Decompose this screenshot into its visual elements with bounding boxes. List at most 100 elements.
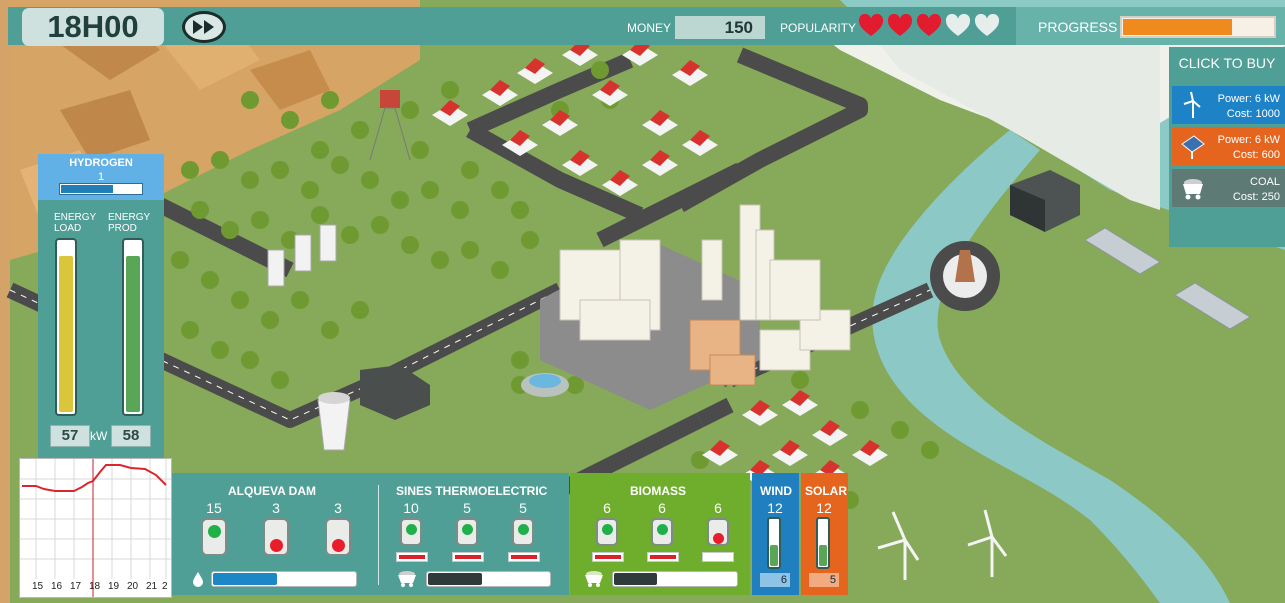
alqueva-unit-1-value: 15 xyxy=(206,500,222,516)
buy-solar-power: Power: 6 kW xyxy=(1217,134,1280,146)
energy-prod-value: 58 xyxy=(111,425,151,447)
sines-unit-2-switch[interactable] xyxy=(456,518,478,546)
graph-tick-label: 21 xyxy=(146,581,158,592)
solar-count: 5 xyxy=(809,573,839,587)
sines-unit-1-switch[interactable] xyxy=(400,518,422,546)
biomass-unit-2-load xyxy=(647,552,679,562)
hydrogen-title: HYDROGEN xyxy=(69,157,133,169)
hydrogen-value: 1 xyxy=(97,171,105,183)
buy-coal-label: COAL xyxy=(1250,176,1280,188)
money-label: MONEY xyxy=(627,21,672,35)
solar-panel-icon xyxy=(1181,135,1205,159)
sines-title: SINES THERMOELECTRIC xyxy=(396,484,548,498)
load-line xyxy=(511,555,537,559)
off-indicator xyxy=(270,539,283,552)
buy-wind-cost: Cost: 1000 xyxy=(1226,108,1280,120)
alqueva-unit-2-switch[interactable] xyxy=(263,518,289,556)
solar-gauge xyxy=(816,517,830,569)
energy-load-fill xyxy=(59,255,73,412)
alqueva-unit-3-value: 3 xyxy=(334,500,342,516)
progress-bar xyxy=(1120,16,1276,38)
heart-full-icon xyxy=(887,14,913,36)
on-indicator xyxy=(406,524,417,535)
biomass-unit-3-switch[interactable] xyxy=(707,518,729,546)
alqueva-water-bar xyxy=(211,571,357,587)
solar-title: SOLAR xyxy=(805,484,847,498)
energy-graph xyxy=(19,458,172,598)
biomass-unit-1-switch[interactable] xyxy=(596,518,618,546)
alqueva-unit-2-value: 3 xyxy=(272,500,280,516)
on-indicator xyxy=(657,524,668,535)
buy-panel-title: CLICK TO BUY xyxy=(1178,55,1276,71)
graph-tick-label: 17 xyxy=(70,581,82,592)
wind-gauge-fill xyxy=(770,545,778,566)
sines-unit-2-value: 5 xyxy=(463,500,471,516)
alqueva-unit-1-switch[interactable] xyxy=(201,518,227,556)
fast-forward-button[interactable] xyxy=(182,11,226,43)
sines-coal-bar xyxy=(426,571,551,587)
biomass-unit-1-load xyxy=(592,552,624,562)
load-line xyxy=(650,555,676,559)
buy-wind-power: Power: 6 kW xyxy=(1217,93,1280,105)
hydrogen-bar-fill xyxy=(61,185,113,193)
energy-load-value: 57 xyxy=(50,425,90,447)
popularity-hearts xyxy=(858,14,1000,38)
alqueva-water-fill xyxy=(213,573,277,585)
buy-coal-cost: Cost: 250 xyxy=(1232,191,1280,203)
wind-turbine-icon xyxy=(1183,91,1201,118)
biomass-unit-2-value: 6 xyxy=(658,500,666,516)
heart-empty-icon xyxy=(974,14,1000,36)
biomass-fuel-bar xyxy=(612,571,738,587)
graph-tick-label: 20 xyxy=(127,581,139,592)
heart-full-icon xyxy=(858,14,884,36)
coal-cart-icon xyxy=(1183,179,1203,200)
biomass-unit-3-load xyxy=(702,552,734,562)
energy-load-gauge xyxy=(55,238,77,416)
sines-unit-3-switch[interactable] xyxy=(512,518,534,546)
energy-graph-plot xyxy=(20,459,171,597)
alqueva-unit-3-switch[interactable] xyxy=(325,518,351,556)
solar-gauge-fill xyxy=(819,545,827,566)
graph-tick-label: 19 xyxy=(108,581,120,592)
solar-value: 12 xyxy=(816,500,832,516)
popularity-label: POPULARITY xyxy=(780,21,857,35)
off-indicator xyxy=(713,533,724,544)
biomass-fuel-fill xyxy=(614,573,657,585)
sines-unit-1-load xyxy=(396,552,428,562)
sines-coal-fill xyxy=(428,573,483,585)
wind-count: 6 xyxy=(760,573,790,587)
biomass-cart-icon xyxy=(585,571,603,587)
graph-tick-label: 18 xyxy=(89,581,101,592)
wind-gauge xyxy=(767,517,781,569)
off-indicator xyxy=(332,539,345,552)
sines-unit-2-load xyxy=(452,552,484,562)
on-indicator xyxy=(518,524,529,535)
energy-load-label: ENERGY LOAD xyxy=(54,212,97,234)
heart-empty-icon xyxy=(945,14,971,36)
coal-cart-icon xyxy=(398,571,416,587)
buy-coal-button[interactable]: COAL Cost: 250 xyxy=(1172,169,1285,207)
hydrogen-bar xyxy=(59,183,143,195)
biomass-title: BIOMASS xyxy=(630,484,687,498)
energy-prod-gauge xyxy=(122,238,144,416)
sines-unit-3-load xyxy=(508,552,540,562)
graph-tick-label: 2 xyxy=(162,581,168,592)
sines-unit-1-value: 10 xyxy=(403,500,419,516)
money-value: 150 xyxy=(675,16,765,39)
fast-forward-icon xyxy=(193,20,214,34)
wind-title: WIND xyxy=(760,484,792,498)
energy-prod-fill xyxy=(126,255,140,412)
progress-fill xyxy=(1123,19,1233,35)
on-indicator xyxy=(602,524,613,535)
buy-solar-button[interactable]: Power: 6 kW Cost: 600 xyxy=(1172,127,1285,165)
graph-tick-label: 16 xyxy=(51,581,63,592)
game-clock: 18H00 xyxy=(22,8,164,46)
buy-wind-button[interactable]: Power: 6 kW Cost: 1000 xyxy=(1172,86,1285,124)
biomass-unit-2-switch[interactable] xyxy=(651,518,673,546)
water-drop-icon xyxy=(193,572,203,587)
energy-prod-label: ENERGY PROD xyxy=(108,212,151,234)
on-indicator xyxy=(208,525,221,538)
alqueva-title: ALQUEVA DAM xyxy=(228,484,316,498)
buy-solar-cost: Cost: 600 xyxy=(1232,149,1280,161)
load-line xyxy=(455,555,481,559)
